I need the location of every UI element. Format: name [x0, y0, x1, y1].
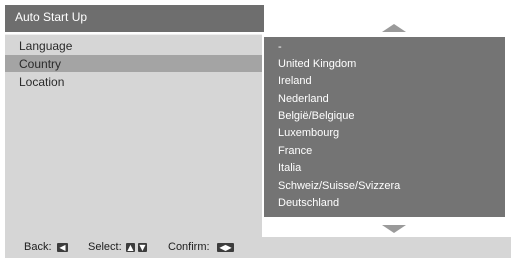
back-hint-label: Back: [24, 241, 52, 253]
country-option-luxembourg[interactable]: Luxembourg [278, 127, 339, 139]
country-option-united-kingdom[interactable]: United Kingdom [278, 58, 356, 70]
country-option-belgie[interactable]: België/Belgique [278, 110, 354, 122]
key-help-bar: Back: ◀ Select: ▲ ▼ Confirm: ◀▶ [5, 237, 511, 258]
scroll-up-arrow-icon[interactable] [382, 24, 406, 32]
country-option-schweiz[interactable]: Schweiz/Suisse/Svizzera [278, 180, 400, 192]
left-arrow-icon: ◀ [57, 243, 68, 252]
country-option-deutschland[interactable]: Deutschland [278, 197, 339, 209]
enter-icon: ◀▶ [217, 243, 234, 252]
down-arrow-icon: ▼ [138, 243, 147, 252]
settings-menu: Language Country Location [5, 34, 262, 238]
menu-item-language[interactable]: Language [5, 37, 262, 54]
menu-item-location[interactable]: Location [5, 73, 262, 90]
country-option-italia[interactable]: Italia [278, 162, 301, 174]
confirm-hint-label: Confirm: [168, 241, 210, 253]
menu-item-country[interactable]: Country [5, 55, 262, 72]
country-option-nederland[interactable]: Nederland [278, 93, 329, 105]
scroll-down-arrow-icon[interactable] [382, 225, 406, 233]
country-option-france[interactable]: France [278, 145, 312, 157]
screen-title: Auto Start Up [5, 5, 264, 32]
country-option-ireland[interactable]: Ireland [278, 75, 312, 87]
country-option-none[interactable]: - [278, 41, 282, 53]
select-hint-label: Select: [88, 241, 122, 253]
country-list: - United Kingdom Ireland Nederland Belgi… [264, 37, 505, 217]
up-arrow-icon: ▲ [126, 243, 135, 252]
